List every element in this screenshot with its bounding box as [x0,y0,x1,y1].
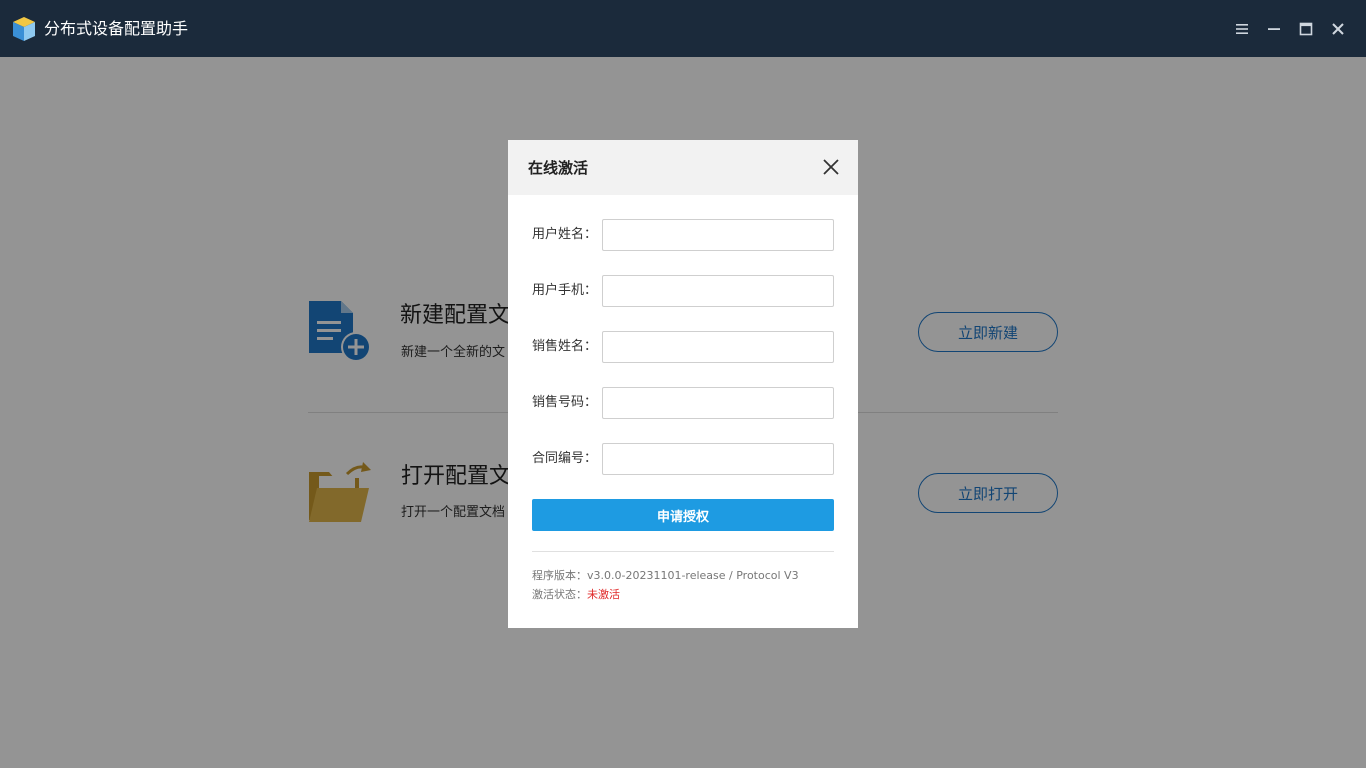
contract-number-label: 合同编号： [532,451,598,466]
sales-name-input[interactable] [602,331,834,363]
user-phone-label: 用户手机： [532,283,598,298]
activation-status: 激活状态：未激活 [532,587,620,602]
sales-name-label: 销售姓名： [532,339,598,354]
dialog-header: 在线激活 [508,140,858,195]
version-label: 程序版本： [532,569,587,582]
close-window-button[interactable] [1327,18,1349,40]
app-title: 分布式设备配置助手 [44,19,189,38]
user-phone-input[interactable] [602,275,834,307]
status-value: 未激活 [587,588,620,601]
dialog-close-icon[interactable] [822,158,840,176]
dialog-title: 在线激活 [528,159,589,177]
menu-icon [1236,24,1248,34]
close-icon [1332,23,1344,35]
user-name-label: 用户姓名： [532,227,598,242]
minimize-button[interactable] [1263,18,1285,40]
contract-number-input[interactable] [602,443,834,475]
sales-number-label: 销售号码： [532,395,598,410]
minimize-icon [1268,28,1280,30]
activation-dialog: 在线激活 用户姓名： 用户手机： 销售姓名： 销售号码： 合同编号： 申请授权 … [508,140,858,628]
menu-button[interactable] [1231,18,1253,40]
sales-number-input[interactable] [602,387,834,419]
dialog-divider [532,551,834,552]
version-value: v3.0.0-20231101-release / Protocol V3 [587,569,799,582]
cube-app-icon [13,17,35,41]
maximize-button[interactable] [1295,18,1317,40]
title-bar: 分布式设备配置助手 [0,0,1366,57]
status-label: 激活状态： [532,588,587,601]
request-license-button[interactable]: 申请授权 [532,499,834,531]
user-name-input[interactable] [602,219,834,251]
version-info: 程序版本：v3.0.0-20231101-release / Protocol … [532,568,799,583]
maximize-icon [1299,22,1313,36]
